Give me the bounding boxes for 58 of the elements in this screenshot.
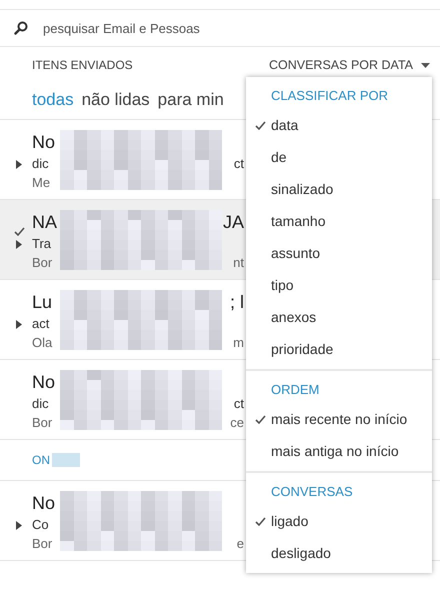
message-preview: m bbox=[233, 334, 244, 352]
message-preview: Bor bbox=[32, 414, 52, 432]
redaction-blur bbox=[52, 453, 80, 467]
menu-heading: CONVERSAS bbox=[270, 483, 354, 501]
sender-name: ; l bbox=[230, 291, 244, 314]
filter-tab[interactable]: todas bbox=[32, 85, 74, 115]
date-group-label: ON bbox=[32, 453, 50, 467]
search-field[interactable]: pesquisar Email e Pessoas bbox=[43, 20, 343, 36]
menu-item[interactable]: assunto bbox=[246, 237, 432, 269]
sender-name: JA bbox=[222, 211, 244, 234]
message-subject: Co bbox=[32, 516, 49, 534]
menu-item-label: de bbox=[271, 149, 287, 165]
filter-tab[interactable]: para min bbox=[158, 85, 224, 115]
menu-item-label: tamanho bbox=[271, 213, 326, 229]
message-preview: ce bbox=[230, 414, 244, 432]
message-subject: ct bbox=[234, 395, 244, 413]
expand-arrow-icon[interactable] bbox=[16, 320, 22, 329]
sender-name: Lu bbox=[32, 291, 52, 314]
menu-item-label: ligado bbox=[271, 513, 308, 529]
menu-item[interactable]: anexos bbox=[246, 301, 432, 333]
menu-item-label: sinalizado bbox=[271, 181, 334, 197]
menu-item-label: desligado bbox=[271, 545, 331, 561]
menu-item-label: mais antiga no início bbox=[271, 443, 399, 459]
message-subject: dic bbox=[32, 155, 49, 173]
menu-item-label: assunto bbox=[271, 245, 320, 261]
expand-arrow-icon[interactable] bbox=[16, 521, 22, 530]
menu-item[interactable]: tamanho bbox=[246, 205, 432, 237]
expand-arrow-icon[interactable] bbox=[16, 240, 22, 249]
menu-item[interactable]: mais recente no início bbox=[246, 403, 432, 435]
menu-heading: CLASSIFICAR POR bbox=[270, 87, 390, 105]
sender-name: No bbox=[32, 131, 56, 154]
message-preview: Bor bbox=[32, 254, 52, 272]
message-preview: e bbox=[236, 535, 244, 553]
sort-dropdown[interactable]: CONVERSAS POR DATA bbox=[268, 58, 430, 72]
message-subject: act bbox=[32, 315, 50, 333]
sender-name: No bbox=[32, 492, 56, 515]
message-subject: Tra bbox=[32, 235, 52, 253]
menu-item-label: data bbox=[271, 117, 298, 133]
search-icon bbox=[14, 21, 28, 35]
message-preview: nt bbox=[233, 254, 244, 272]
message-subject: ct bbox=[234, 155, 244, 173]
message-preview: Bor bbox=[32, 535, 52, 553]
menu-item[interactable]: ligado bbox=[246, 505, 432, 537]
caret-icon bbox=[421, 62, 430, 68]
message-preview: Ola bbox=[32, 334, 52, 352]
menu-item-label: anexos bbox=[271, 309, 316, 325]
message-preview: Me bbox=[32, 174, 50, 192]
message-subject: dic bbox=[32, 395, 49, 413]
sender-name: No bbox=[32, 371, 56, 394]
filter-tab[interactable]: não lidas bbox=[82, 85, 150, 115]
menu-heading: ORDEM bbox=[270, 381, 320, 399]
menu-item-label: prioridade bbox=[271, 341, 334, 357]
expand-arrow-icon[interactable] bbox=[16, 160, 22, 169]
menu-item-label: mais recente no início bbox=[271, 411, 408, 427]
folder-title: ITENS ENVIADOS bbox=[32, 58, 133, 72]
menu-item-label: tipo bbox=[271, 277, 294, 293]
sender-name: NA bbox=[32, 211, 58, 234]
menu-item[interactable]: de bbox=[246, 141, 432, 173]
